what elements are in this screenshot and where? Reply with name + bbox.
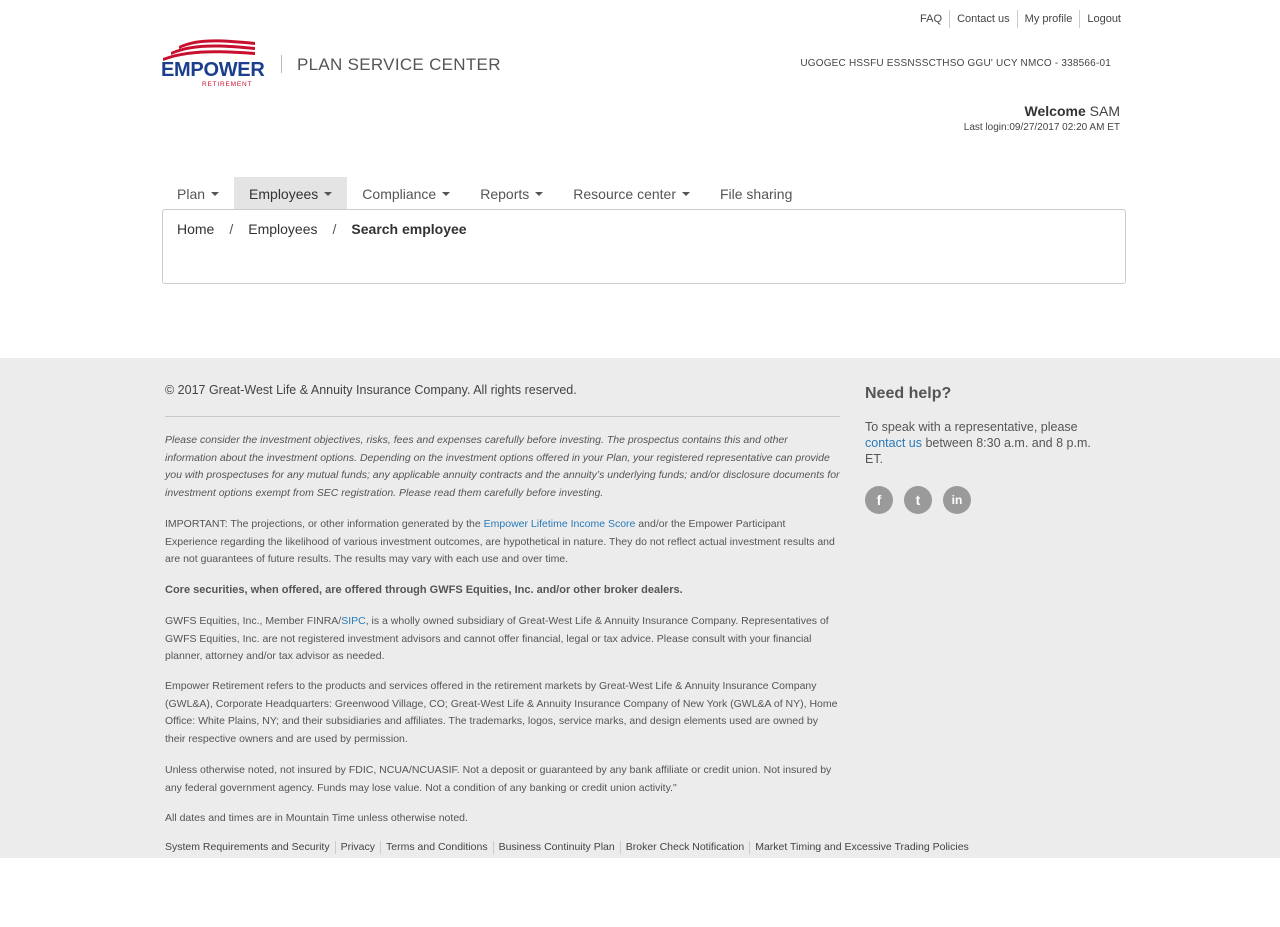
app-title: PLAN SERVICE CENTER <box>297 55 501 74</box>
mountain-time-note: All dates and times are in Mountain Time… <box>165 812 468 824</box>
privacy-link[interactable]: Privacy <box>334 841 380 854</box>
help-text: To speak with a representative, please c… <box>865 419 1105 467</box>
terms-link[interactable]: Terms and Conditions <box>380 841 493 854</box>
breadcrumb: Home / Employees / Search employee <box>177 221 467 237</box>
nav-compliance[interactable]: Compliance <box>347 177 465 210</box>
broker-check-link[interactable]: Broker Check Notification <box>619 841 749 854</box>
breadcrumb-employees[interactable]: Employees <box>248 221 317 237</box>
breadcrumb-panel: Home / Employees / Search employee <box>162 209 1126 284</box>
breadcrumb-home[interactable]: Home <box>177 221 214 237</box>
caret-down-icon <box>442 192 451 196</box>
business-continuity-link[interactable]: Business Continuity Plan <box>492 841 620 854</box>
faq-link[interactable]: FAQ <box>913 10 949 28</box>
welcome-label: Welcome <box>1024 103 1086 119</box>
nav-plan-label: Plan <box>177 185 206 202</box>
nav-compliance-label: Compliance <box>362 185 437 202</box>
logo-sub-text: RETIREMENT <box>202 81 253 88</box>
linkedin-icon[interactable]: in <box>943 486 971 514</box>
footer-links: System Requirements and Security Privacy… <box>165 841 974 854</box>
contact-us-link[interactable]: Contact us <box>949 10 1017 28</box>
breadcrumb-separator: / <box>229 221 234 237</box>
caret-down-icon <box>535 192 544 196</box>
last-login: Last login:09/27/2017 02:20 AM ET <box>963 122 1120 133</box>
sipc-link[interactable]: SIPC <box>341 615 366 627</box>
lifetime-income-score-link[interactable]: Empower Lifetime Income Score <box>484 518 636 530</box>
copyright: © 2017 Great-West Life & Annuity Insuran… <box>165 383 577 397</box>
help-text-before: To speak with a representative, please <box>865 420 1078 434</box>
nav-employees-label: Employees <box>249 185 319 202</box>
empower-logo[interactable]: EMPOWER RETIREMENT <box>161 36 265 92</box>
core-securities-note: Core securities, when offered, are offer… <box>165 584 683 596</box>
important-disclaimer: IMPORTANT: The projections, or other inf… <box>165 516 840 569</box>
gwfs-disclaimer: GWFS Equities, Inc., Member FINRA/SIPC, … <box>165 613 840 666</box>
social-links: f t in <box>865 486 971 514</box>
caret-down-icon <box>211 192 220 196</box>
nav-file-sharing[interactable]: File sharing <box>705 177 807 210</box>
investment-disclaimer: Please consider the investment objective… <box>165 434 840 499</box>
fdic-disclaimer: Unless otherwise noted, not insured by F… <box>165 764 832 794</box>
gwfs-text-before: GWFS Equities, Inc., Member FINRA/ <box>165 615 342 627</box>
breadcrumb-separator: / <box>332 221 337 237</box>
contact-us-help-link[interactable]: contact us <box>865 436 922 450</box>
title-divider <box>281 55 282 73</box>
welcome-message: Welcome SAM <box>1025 103 1120 119</box>
system-requirements-link[interactable]: System Requirements and Security <box>165 841 335 854</box>
facebook-icon[interactable]: f <box>865 486 893 514</box>
main-nav: Plan Employees Compliance Reports Resour… <box>162 177 807 210</box>
nav-reports[interactable]: Reports <box>465 177 558 210</box>
important-text-before: IMPORTANT: The projections, or other inf… <box>165 518 484 530</box>
top-utility-links: FAQ Contact us My profile Logout <box>913 10 1121 28</box>
my-profile-link[interactable]: My profile <box>1016 10 1080 28</box>
nav-file-sharing-label: File sharing <box>719 185 793 202</box>
plan-name[interactable]: UGOGEC HSSFU ESSNSSCTHSO GGU' UCY NMCO -… <box>800 58 1111 69</box>
user-name: SAM <box>1089 103 1120 119</box>
nav-reports-label: Reports <box>480 185 530 202</box>
breadcrumb-current: Search employee <box>351 221 467 237</box>
logo-brand-text: EMPOWER <box>161 59 265 81</box>
market-timing-link[interactable]: Market Timing and Excessive Trading Poli… <box>749 841 974 854</box>
empower-retirement-disclaimer: Empower Retirement refers to the product… <box>165 680 838 745</box>
nav-resource-center-label: Resource center <box>573 185 676 202</box>
nav-plan[interactable]: Plan <box>162 177 234 210</box>
nav-resource-center[interactable]: Resource center <box>558 177 705 210</box>
footer: © 2017 Great-West Life & Annuity Insuran… <box>0 358 1280 858</box>
logout-link[interactable]: Logout <box>1079 10 1121 28</box>
twitter-icon[interactable]: t <box>904 486 932 514</box>
caret-down-icon <box>681 192 690 196</box>
caret-down-icon <box>324 192 333 196</box>
help-title: Need help? <box>865 385 952 402</box>
footer-divider <box>165 416 840 417</box>
nav-employees[interactable]: Employees <box>234 177 348 210</box>
